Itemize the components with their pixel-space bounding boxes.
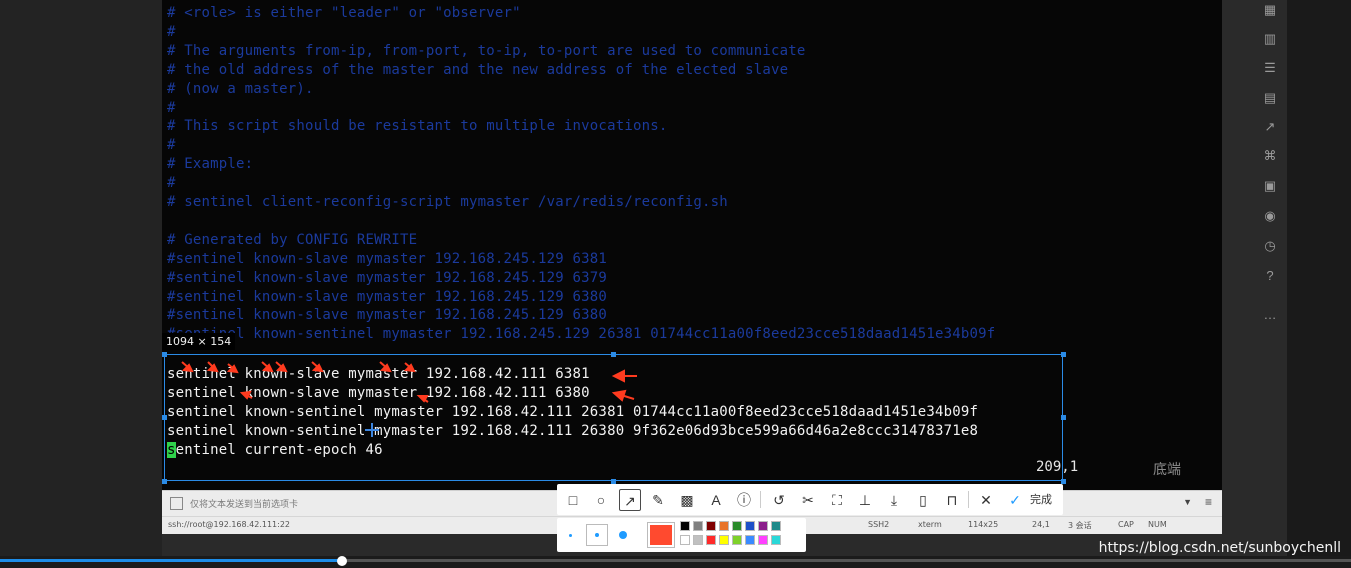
image-icon[interactable]: ▣: [1262, 178, 1278, 194]
color-swatch[interactable]: [706, 521, 716, 531]
red-arrow-annotations: [181, 361, 637, 437]
pin-icon[interactable]: ⊥: [854, 489, 876, 511]
text-icon[interactable]: A: [705, 489, 727, 511]
status-cursor: 24,1: [1032, 520, 1050, 529]
color-swatch[interactable]: [758, 535, 768, 545]
screenshot-toolbar: □ ○ ↗ ✎ ▩ A ⓘ ↺ ✂ ⛶ ⊥ ⤓ ▯ ⊓ ✕ ✓: [557, 484, 1063, 515]
settings-sliders-icon[interactable]: ☰: [1262, 60, 1278, 76]
rectangle-icon[interactable]: □: [562, 489, 584, 511]
color-swatch[interactable]: [706, 535, 716, 545]
color-swatch[interactable]: [745, 521, 755, 531]
status-term: xterm: [918, 520, 942, 529]
mosaic-icon[interactable]: ▩: [676, 489, 698, 511]
color-swatch[interactable]: [693, 521, 703, 531]
document-icon[interactable]: ▤: [1262, 90, 1278, 106]
long-screenshot-icon[interactable]: ▯: [912, 489, 934, 511]
color-swatch[interactable]: [693, 535, 703, 545]
flow-icon[interactable]: ⌘: [1262, 148, 1278, 164]
status-size: 114x25: [968, 520, 999, 529]
color-swatch[interactable]: [732, 535, 742, 545]
grid-icon[interactable]: ▦: [1262, 2, 1278, 18]
serial-number-icon[interactable]: ⓘ: [733, 489, 755, 511]
more-icon[interactable]: …: [1262, 307, 1278, 323]
color-swatch[interactable]: [771, 535, 781, 545]
color-toolbar: [557, 518, 806, 552]
status-protocol: SSH2: [868, 520, 890, 529]
menu-icon[interactable]: ≡: [1205, 495, 1212, 509]
size-medium-button[interactable]: [586, 524, 608, 546]
share-icon[interactable]: ↗: [1262, 119, 1278, 135]
help-icon[interactable]: ?: [1262, 268, 1278, 284]
selected-color-swatch[interactable]: [647, 522, 675, 548]
color-swatch[interactable]: [719, 521, 729, 531]
done-button[interactable]: 完成: [1030, 491, 1052, 507]
crop-icon[interactable]: ⛶: [826, 489, 848, 511]
status-connection: ssh://root@192.168.42.111:22: [168, 520, 291, 529]
download-icon[interactable]: ⤓: [883, 489, 905, 511]
color-swatch[interactable]: [719, 535, 729, 545]
color-swatch[interactable]: [758, 521, 768, 531]
bookmark-icon[interactable]: ⊓: [941, 489, 963, 511]
record-icon[interactable]: ◉: [1262, 208, 1278, 224]
color-swatch[interactable]: [771, 521, 781, 531]
color-swatch[interactable]: [680, 521, 690, 531]
color-swatch[interactable]: [745, 535, 755, 545]
chart-icon[interactable]: ▥: [1262, 31, 1278, 47]
close-icon[interactable]: ✕: [975, 489, 997, 511]
color-swatch[interactable]: [680, 535, 690, 545]
color-swatch[interactable]: [732, 521, 742, 531]
send-text-placeholder[interactable]: 仅将文本发送到当前选项卡: [190, 497, 298, 510]
arrow-icon[interactable]: ↗: [619, 489, 641, 511]
status-cap: CAP: [1118, 520, 1134, 529]
video-progress-knob[interactable]: [336, 556, 347, 566]
watermark: https://blog.csdn.net/sunboychenll: [1098, 540, 1341, 556]
check-icon[interactable]: ✓: [1004, 489, 1026, 511]
send-text-icon: [170, 497, 183, 510]
send-target-dropdown-icon[interactable]: ▼: [1183, 497, 1192, 507]
status-num: NUM: [1148, 520, 1167, 529]
pen-icon[interactable]: ✎: [647, 489, 669, 511]
ellipse-icon[interactable]: ○: [590, 489, 612, 511]
status-sessions: 3 会话: [1068, 521, 1092, 530]
size-large-icon[interactable]: [619, 531, 627, 539]
size-small-icon[interactable]: [569, 534, 572, 537]
video-progress-fill: [0, 559, 342, 562]
undo-icon[interactable]: ↺: [768, 489, 790, 511]
cut-icon[interactable]: ✂: [797, 489, 819, 511]
video-progress-bar[interactable]: [0, 556, 1351, 568]
history-icon[interactable]: ◷: [1262, 238, 1278, 254]
